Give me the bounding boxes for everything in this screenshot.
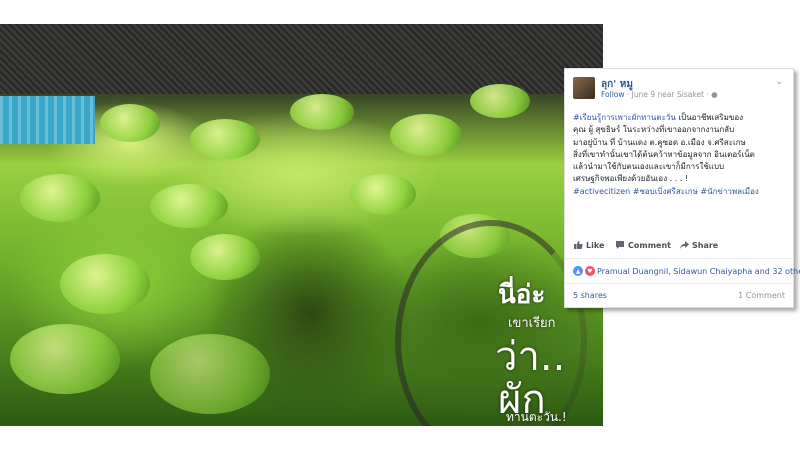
sprout-leaf bbox=[60, 254, 150, 314]
blue-basket bbox=[0, 96, 95, 144]
like-label: Like bbox=[586, 240, 605, 250]
avatar[interactable] bbox=[573, 77, 595, 99]
reactions-text: Pramual Duangnil, Sidawun Chaiyapha and … bbox=[597, 266, 800, 276]
sprout-leaf bbox=[190, 119, 260, 159]
post-line: สิ่งที่เขาทำนั้นเขาได้ต้นคว้าหาข้อมูลจาก… bbox=[573, 149, 755, 159]
comment-icon bbox=[616, 241, 624, 249]
like-reaction-icon: ▲ bbox=[573, 266, 583, 276]
comment-button[interactable]: Comment bbox=[615, 240, 671, 250]
overlay-text-line5: ทานตะวัน.! bbox=[506, 410, 567, 424]
sprout-leaf bbox=[20, 174, 100, 222]
post-line: มาอยู่บ้าน ที่ บ้านแดง ต.คูซอด อ.เมือง จ… bbox=[573, 137, 746, 147]
post-line: เศรษฐกิจพอเพียงด้วยอันเอง . . . ! bbox=[573, 174, 689, 184]
sprout-leaf bbox=[150, 184, 228, 228]
post-meta: Follow · June 9 near Sisaket · ● bbox=[601, 90, 718, 99]
thumbs-up-icon bbox=[574, 241, 583, 249]
sprout-leaf bbox=[10, 324, 120, 394]
post-text: #เรียนรู้การเพาะผักทานตะวัน เป็นอาชีพเสร… bbox=[573, 112, 787, 198]
post-date-location[interactable]: · June 9 near Sisaket · bbox=[625, 90, 712, 99]
hashtag-link[interactable]: #เรียนรู้การเพาะผักทานตะวัน bbox=[573, 113, 676, 122]
shade-net bbox=[0, 24, 603, 94]
comment-label: Comment bbox=[628, 240, 671, 250]
sprout-leaf bbox=[350, 174, 416, 214]
share-icon bbox=[680, 241, 689, 249]
share-label: Share bbox=[692, 240, 719, 250]
overlay-text-line1: นี่อ่ะ bbox=[498, 280, 546, 310]
sprout-leaf bbox=[390, 114, 462, 156]
divider bbox=[565, 258, 793, 259]
globe-icon: ● bbox=[711, 90, 718, 99]
follow-link[interactable]: Follow bbox=[601, 90, 625, 99]
shares-count[interactable]: 5 shares bbox=[573, 291, 607, 300]
sprout-leaf bbox=[190, 234, 260, 280]
chevron-down-icon[interactable]: ⌄ bbox=[775, 77, 783, 87]
hashtags-line[interactable]: #activecitizen #ชอบเบิ่งศรีสะเกษ #นักข่า… bbox=[573, 186, 787, 198]
share-button[interactable]: Share bbox=[679, 240, 718, 250]
comments-count[interactable]: 1 Comment bbox=[738, 291, 785, 300]
reactions-summary[interactable]: ▲ ♥ Pramual Duangnil, Sidawun Chaiyapha … bbox=[573, 266, 800, 276]
post-line: แล้วนำมาใช้กับตนเองและเขาก็มีการใช้แบบ bbox=[573, 162, 725, 172]
facebook-post-card: ลุก' หมู Follow · June 9 near Sisaket · … bbox=[564, 68, 800, 308]
love-reaction-icon: ♥ bbox=[585, 266, 595, 276]
decorative-ring bbox=[395, 220, 587, 426]
post-actions: Like Comment Share bbox=[573, 240, 785, 256]
sprouts-photo: นี่อ่ะ เขาเรียก ว่า.. ผัก ทานตะวัน.! bbox=[0, 24, 603, 426]
sprout-leaf bbox=[470, 84, 530, 118]
like-button[interactable]: Like bbox=[573, 240, 604, 250]
sprout-leaf bbox=[150, 334, 270, 414]
divider bbox=[565, 283, 793, 284]
post-header: ลุก' หมู Follow · June 9 near Sisaket · … bbox=[573, 77, 785, 105]
sprout-leaf bbox=[100, 104, 160, 142]
sprout-leaf bbox=[290, 94, 354, 130]
post-line: คุณ ผู้ สุขธิษร์ ในระหว่างที่เขาออกจากงา… bbox=[573, 125, 735, 135]
post-line: #เรียนรู้การเพาะผักทานตะวัน เป็นอาชีพเสร… bbox=[573, 113, 744, 122]
